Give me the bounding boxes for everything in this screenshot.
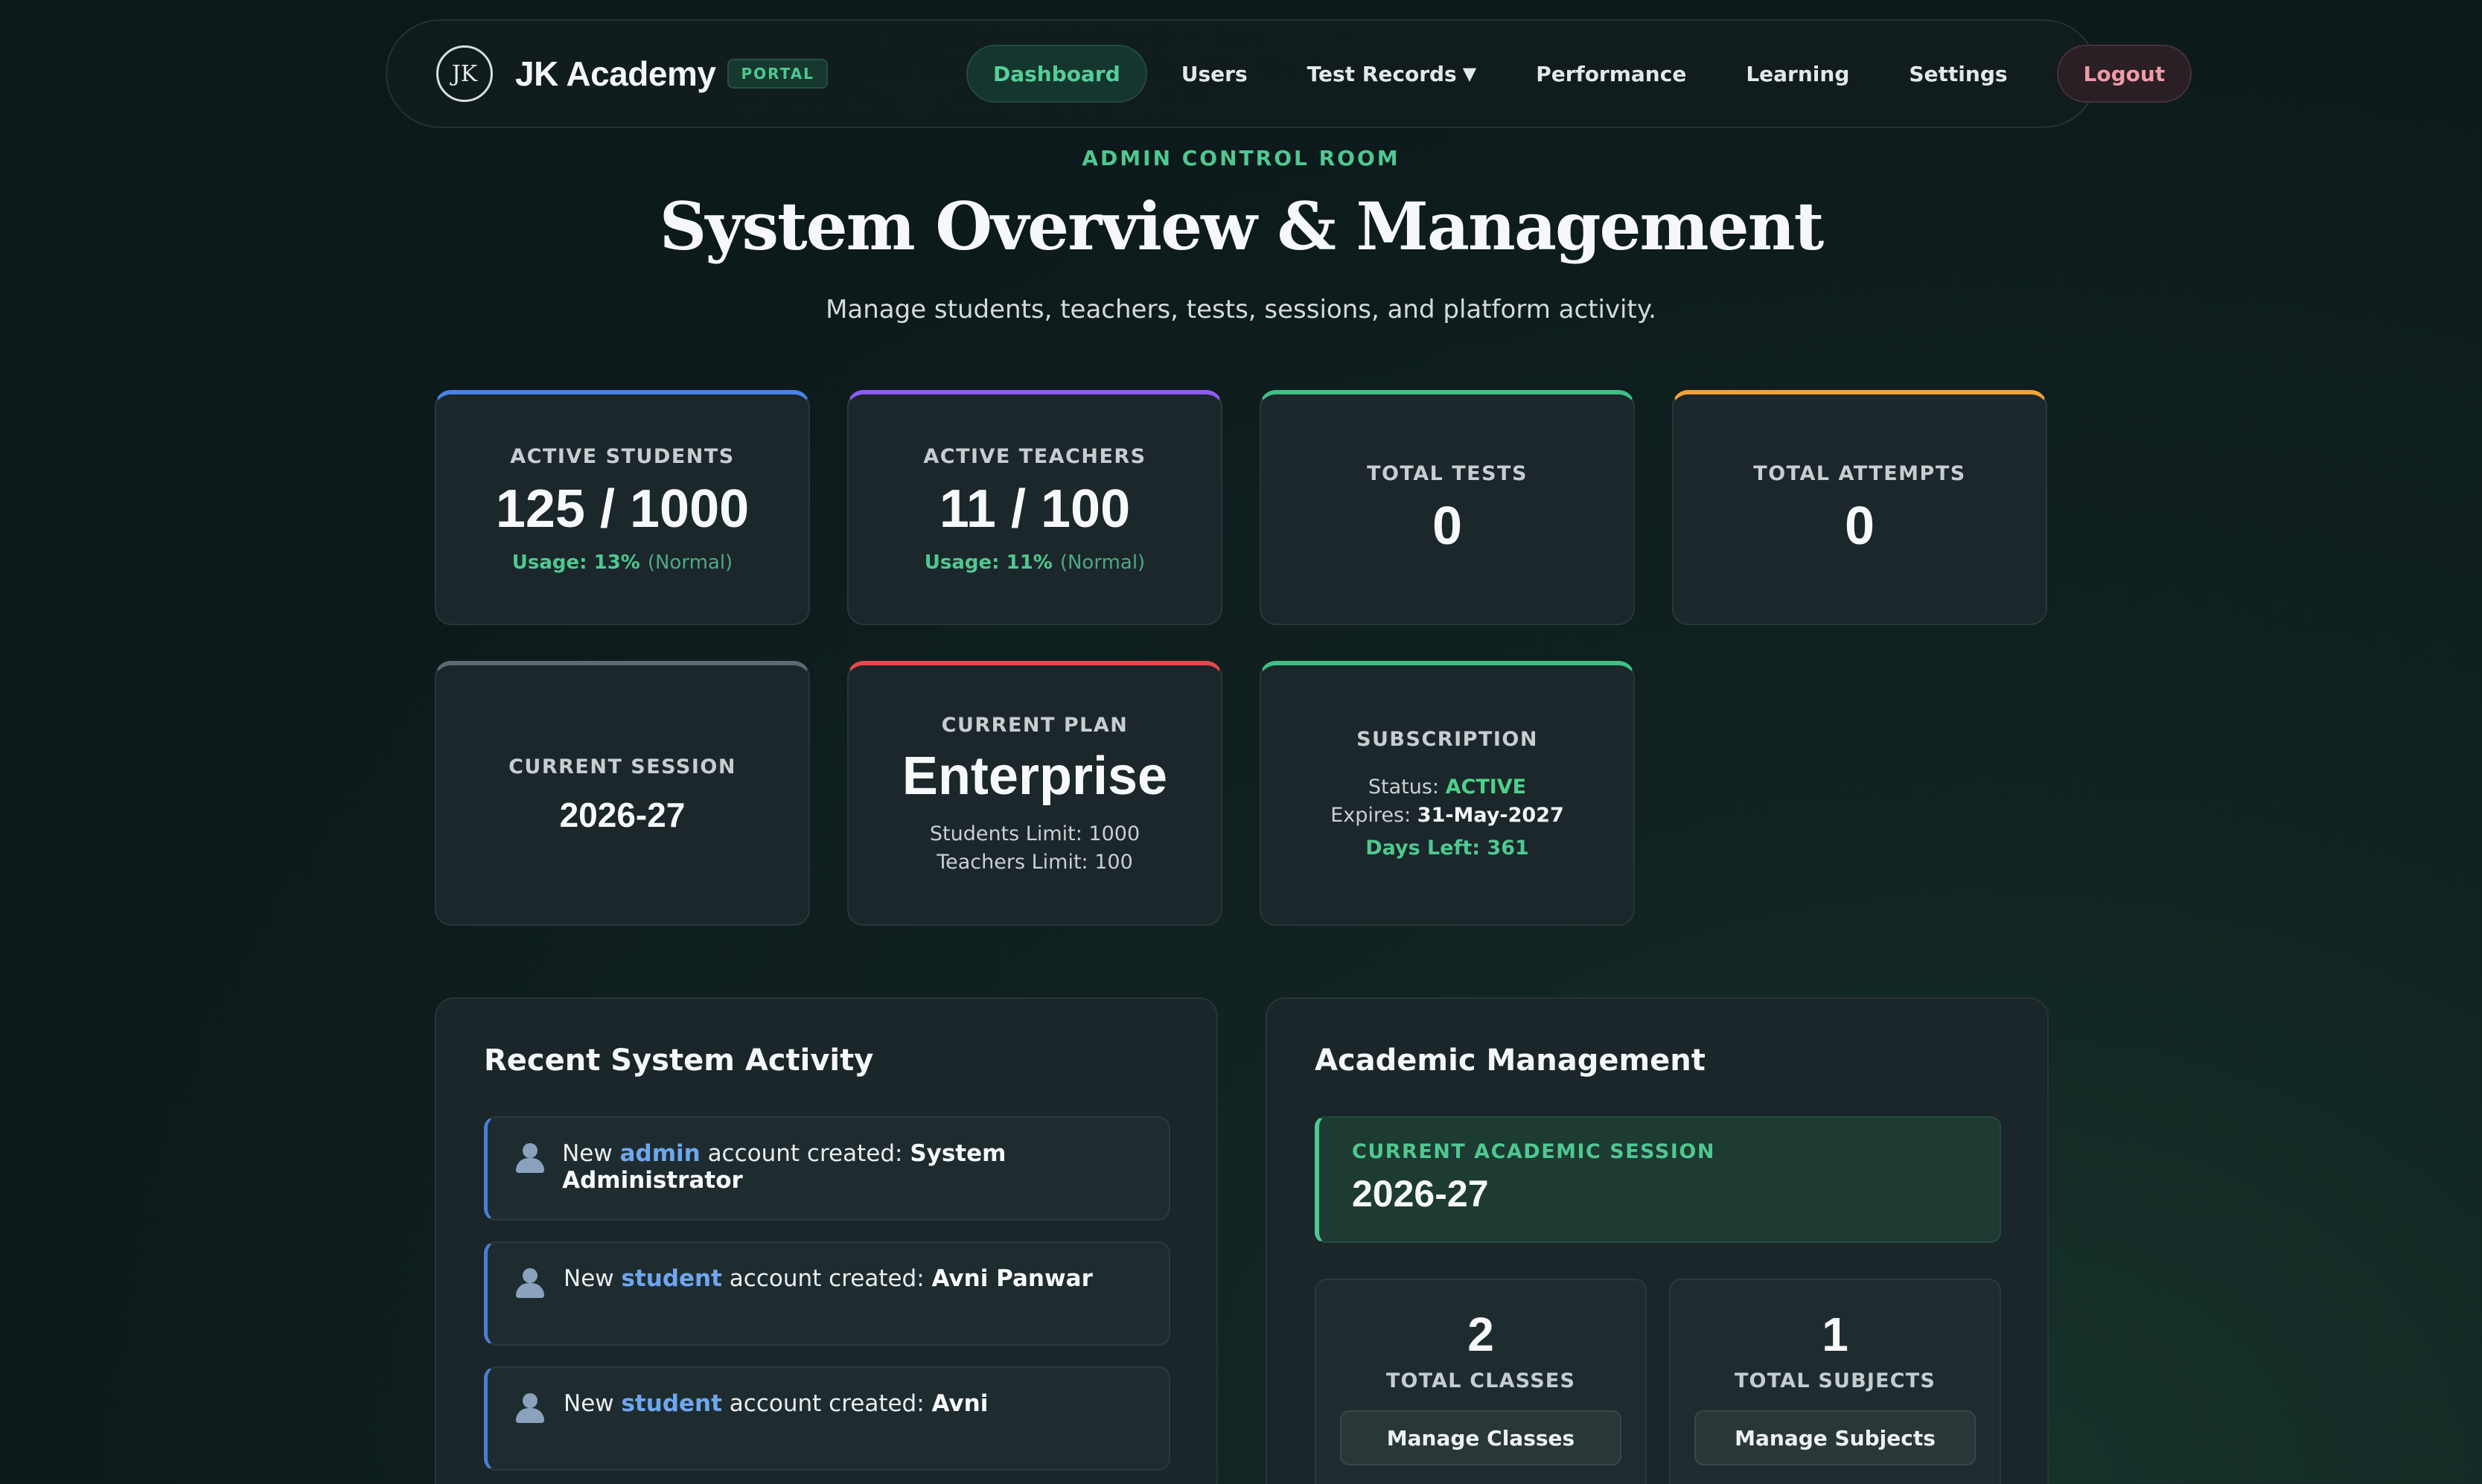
stat-value: 0 (1844, 496, 1875, 556)
stat-label: SUBSCRIPTION (1356, 727, 1538, 751)
total-classes-card: 2 TOTAL CLASSES Manage Classes (1315, 1279, 1647, 1484)
stat-card-subscription: SUBSCRIPTION Status: ACTIVE Expires: 31-… (1260, 661, 1635, 926)
activity-text: New student account created: Avni Panwar (564, 1265, 1093, 1292)
usage-status: (Normal) (647, 551, 733, 574)
subjects-count: 1 (1822, 1308, 1848, 1361)
jk-logo-icon: JK (436, 45, 493, 102)
panel-title: Recent System Activity (484, 1043, 874, 1078)
stat-card-active-teachers: ACTIVE TEACHERS 11 / 100 Usage: 11% (Norm… (847, 390, 1222, 625)
session-value: 2026-27 (1352, 1173, 1489, 1215)
nav-dashboard[interactable]: Dashboard (966, 45, 1147, 103)
usage-percent: Usage: 13% (511, 551, 640, 574)
page-subtitle: Manage students, teachers, tests, sessio… (826, 295, 1656, 324)
usage-line: Usage: 13% (Normal) (512, 551, 733, 574)
activity-name: Avni (931, 1390, 989, 1417)
activity-text: New student account created: Avni (564, 1390, 989, 1417)
recent-activity-panel: Recent System Activity New admin account… (435, 997, 1218, 1484)
stat-label: ACTIVE TEACHERS (923, 444, 1146, 468)
teachers-limit: Teachers Limit: 100 (937, 850, 1133, 874)
stat-card-current-plan: CURRENT PLAN Enterprise Students Limit: … (847, 661, 1222, 926)
session-label: CURRENT ACADEMIC SESSION (1352, 1140, 1715, 1163)
classes-label: TOTAL CLASSES (1385, 1369, 1576, 1392)
days-left: Days Left: 361 (1365, 836, 1529, 860)
page-title: System Overview & Management (659, 188, 1824, 265)
students-limit: Students Limit: 1000 (929, 822, 1140, 845)
user-icon (513, 1390, 547, 1424)
usage-line: Usage: 11% (Normal) (925, 551, 1145, 574)
classes-count: 2 (1467, 1308, 1494, 1361)
stat-label: CURRENT PLAN (941, 713, 1129, 737)
nav-settings[interactable]: Settings (1883, 45, 2032, 103)
stat-card-current-session: CURRENT SESSION 2026-27 (435, 661, 810, 926)
portal-badge: PORTAL (727, 59, 828, 89)
stat-label: TOTAL ATTEMPTS (1753, 461, 1966, 485)
status-label: Status: (1368, 775, 1440, 799)
activity-text: New admin account created: System Admini… (562, 1140, 1006, 1194)
total-subjects-card: 1 TOTAL SUBJECTS Manage Subjects (1669, 1279, 2001, 1484)
nav-users[interactable]: Users (1156, 45, 1273, 103)
activity-role: student (621, 1390, 722, 1417)
caret-down-icon: ▼ (1462, 63, 1477, 84)
nav-links: Dashboard Users Test Records ▼ Performan… (966, 45, 2201, 103)
activity-item[interactable]: New student account created: Avni (484, 1366, 1170, 1471)
nav-test-records-label: Test Records (1307, 61, 1457, 86)
activity-item[interactable]: New student account created: Avni Panwar (484, 1241, 1170, 1346)
brand-name: JK Academy (515, 54, 716, 93)
subjects-label: TOTAL SUBJECTS (1734, 1369, 1936, 1392)
nav-test-records[interactable]: Test Records ▼ (1282, 45, 1502, 103)
stat-card-total-attempts: TOTAL ATTEMPTS 0 (1672, 390, 2047, 625)
usage-percent: Usage: 11% (924, 551, 1053, 574)
nav-learning[interactable]: Learning (1720, 45, 1875, 103)
user-icon (513, 1140, 546, 1174)
stat-card-total-tests: TOTAL TESTS 0 (1260, 390, 1635, 625)
subscription-status: Status: ACTIVE (1368, 773, 1526, 802)
activity-name: Avni Panwar (931, 1265, 1093, 1292)
manage-subjects-button[interactable]: Manage Subjects (1694, 1410, 1976, 1465)
stat-value: 0 (1432, 496, 1463, 556)
top-navbar: JK JK Academy PORTAL Dashboard Users Tes… (386, 19, 2192, 128)
brand[interactable]: JK JK Academy PORTAL (436, 45, 828, 102)
stat-label: ACTIVE STUDENTS (510, 444, 735, 468)
subscription-expires: Expires: 31-May-2027 (1330, 802, 1564, 830)
status-badge: ACTIVE (1445, 775, 1527, 799)
activity-item[interactable]: New admin account created: System Admini… (484, 1116, 1170, 1221)
logout-button[interactable]: Logout (2056, 45, 2192, 103)
hero-eyebrow: ADMIN CONTROL ROOM (1082, 146, 1400, 170)
manage-classes-button[interactable]: Manage Classes (1340, 1410, 1621, 1465)
expires-label: Expires: (1330, 803, 1411, 827)
stat-value: 2026-27 (559, 795, 686, 834)
user-icon (513, 1265, 547, 1299)
usage-status: (Normal) (1059, 551, 1146, 574)
academic-management-panel: Academic Management CURRENT ACADEMIC SES… (1266, 997, 2049, 1484)
stat-value: 11 / 100 (939, 479, 1131, 539)
panel-title: Academic Management (1315, 1043, 1706, 1078)
activity-role: admin (619, 1140, 701, 1167)
nav-performance[interactable]: Performance (1510, 45, 1711, 103)
expires-date: 31-May-2027 (1417, 803, 1564, 827)
stat-value: Enterprise (902, 746, 1168, 806)
stat-label: TOTAL TESTS (1367, 461, 1528, 485)
stat-value: 125 / 1000 (495, 479, 750, 539)
activity-role: student (621, 1265, 722, 1292)
stat-label: CURRENT SESSION (508, 755, 736, 778)
stat-card-active-students: ACTIVE STUDENTS 125 / 1000 Usage: 13% (No… (435, 390, 810, 625)
current-academic-session: CURRENT ACADEMIC SESSION 2026-27 (1315, 1116, 2001, 1243)
